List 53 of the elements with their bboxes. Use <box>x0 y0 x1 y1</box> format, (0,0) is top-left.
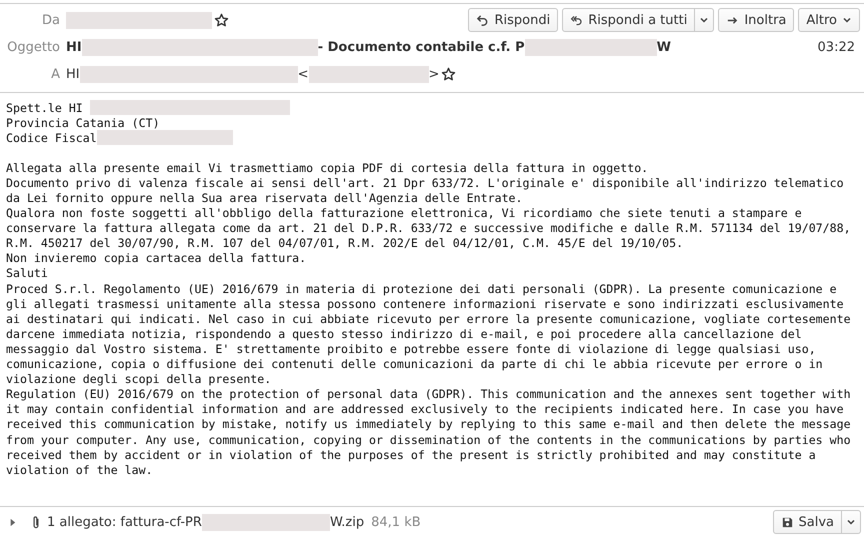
reply-all-button[interactable]: Rispondi a tutti <box>562 8 696 32</box>
expand-icon[interactable] <box>8 518 17 526</box>
body-text: Qualora non foste soggetti all'obbligo della fatturazione elettronica, Vi ricordiamo che siete tenuti a stampare e <box>6 206 802 220</box>
subject-label: Oggetto <box>6 40 60 55</box>
body-text: messaggio dal Vostro sistema. E' strettamente proibito e potrebbe essere fonte di violazione di legge qualsiasi uso, <box>6 342 816 356</box>
body-text: Non invieremo copia cartacea della fattura. <box>6 251 306 266</box>
body-text: da Lei fornito oppure nella Sua area riservata dell'Agenzia delle Entrate. <box>6 191 523 206</box>
subject-text: - Documento contabile c.f. P <box>318 40 525 55</box>
body-text: darcene immediata notizia, rispondendo a questo stesso indirizzo di e-mail, e poi procedere alla cancellazione del <box>6 326 802 341</box>
to-label: A <box>50 67 60 82</box>
recipient-text: < <box>298 67 309 82</box>
body-text: it may contain confidential information and are addressed exclusively to the recipients indicated here. In case you have <box>6 402 844 416</box>
body-text: Provincia Catania (CT) <box>6 116 160 130</box>
caret-icon <box>842 15 852 25</box>
body-text: violation of the law. <box>6 462 153 477</box>
body-text: violazione degli scopi della presente. <box>6 372 272 386</box>
body-text: Regulation (EU) 2016/679 on the protection of personal data (GDPR). This communication and the annexes sent together with <box>6 387 851 402</box>
body-text: Codice Fiscal <box>6 130 97 145</box>
attachment-name[interactable]: 1 allegato: fattura-cf-PR <box>47 514 202 530</box>
body-text: ai destinatari qui indicati. Nel caso in cui abbiate ricevuto per errore la presente comunicazione, vogliate cortesemente <box>6 312 851 326</box>
body-text: Documento privo di valenza fiscale ai sensi dell'art. 21 Dpr 633/72. L'originale e' disponibile all'indirizzo telematico <box>6 176 844 190</box>
size-text: 84,1 kB <box>371 514 421 530</box>
menu-button[interactable]: Altro <box>798 8 860 32</box>
body-text: R.M. 450217 del 30/07/90, R.M. 107 del 04/07/01, R.M. 202/E del 04/12/01, C.M. 45/E del 19/10/05. <box>6 236 684 250</box>
body-text: comunicazione, copia o diffusione dei contenuti delle comunicazioni da parte di chi le abbia ricevute per errore o in <box>6 357 823 372</box>
save-button[interactable]: Salva <box>772 510 842 534</box>
time-text: 03:22 <box>818 40 856 55</box>
star-icon[interactable] <box>214 12 229 28</box>
caret-icon <box>699 15 710 25</box>
subject-text: W <box>656 40 671 55</box>
dropdown-button[interactable] <box>695 8 714 32</box>
body-text: received them by accident or in violation of the purposes of the present is strictly prohibited and may constitute a <box>6 448 816 462</box>
recipient-text: HI <box>66 67 80 82</box>
body-text: Proced S.r.l. Regolamento (UE) 2016/679 in materia di protezione dei dati personali (GDPR). La presente comunicazione e <box>6 282 837 296</box>
body-text: received this communication by mistake, notify us immediately by replying to this same e-mail and then delete the message <box>6 417 851 432</box>
from-label: Da <box>41 12 60 28</box>
body-text: Saluti <box>6 266 48 280</box>
forward-button[interactable]: Inoltra <box>718 8 794 32</box>
body-text: gli allegati trasmessi unitamente alla stessa possono contenere informazioni riservate e sono indirizzati esclusivamente <box>6 296 844 311</box>
reply-all-icon <box>570 14 584 26</box>
dropdown-button[interactable] <box>842 510 861 534</box>
body-text: conservare la fattura allegata come da art. 21 del D.P.R. 633/72 e successive modifiche e dalle R.M. 571134 del 19/07/88, <box>6 221 851 236</box>
subject-text: HI <box>66 40 82 55</box>
caret-icon <box>846 517 856 527</box>
star-icon[interactable] <box>441 67 456 82</box>
body-text: Spett.le HI <box>6 100 84 115</box>
reply-icon <box>476 14 490 26</box>
recipient-text: > <box>428 67 440 82</box>
body-text: Allegata alla presente email Vi trasmettiamo copia PDF di cortesia della fattura in oggetto. <box>6 160 648 175</box>
body-text: from your computer. Any use, communication, copying or dissemination of the contents in the communications by parties who <box>6 432 851 447</box>
attachment-name[interactable]: W.zip <box>330 514 364 530</box>
paperclip-icon <box>31 514 41 530</box>
reply-button[interactable]: Rispondi <box>468 8 558 32</box>
